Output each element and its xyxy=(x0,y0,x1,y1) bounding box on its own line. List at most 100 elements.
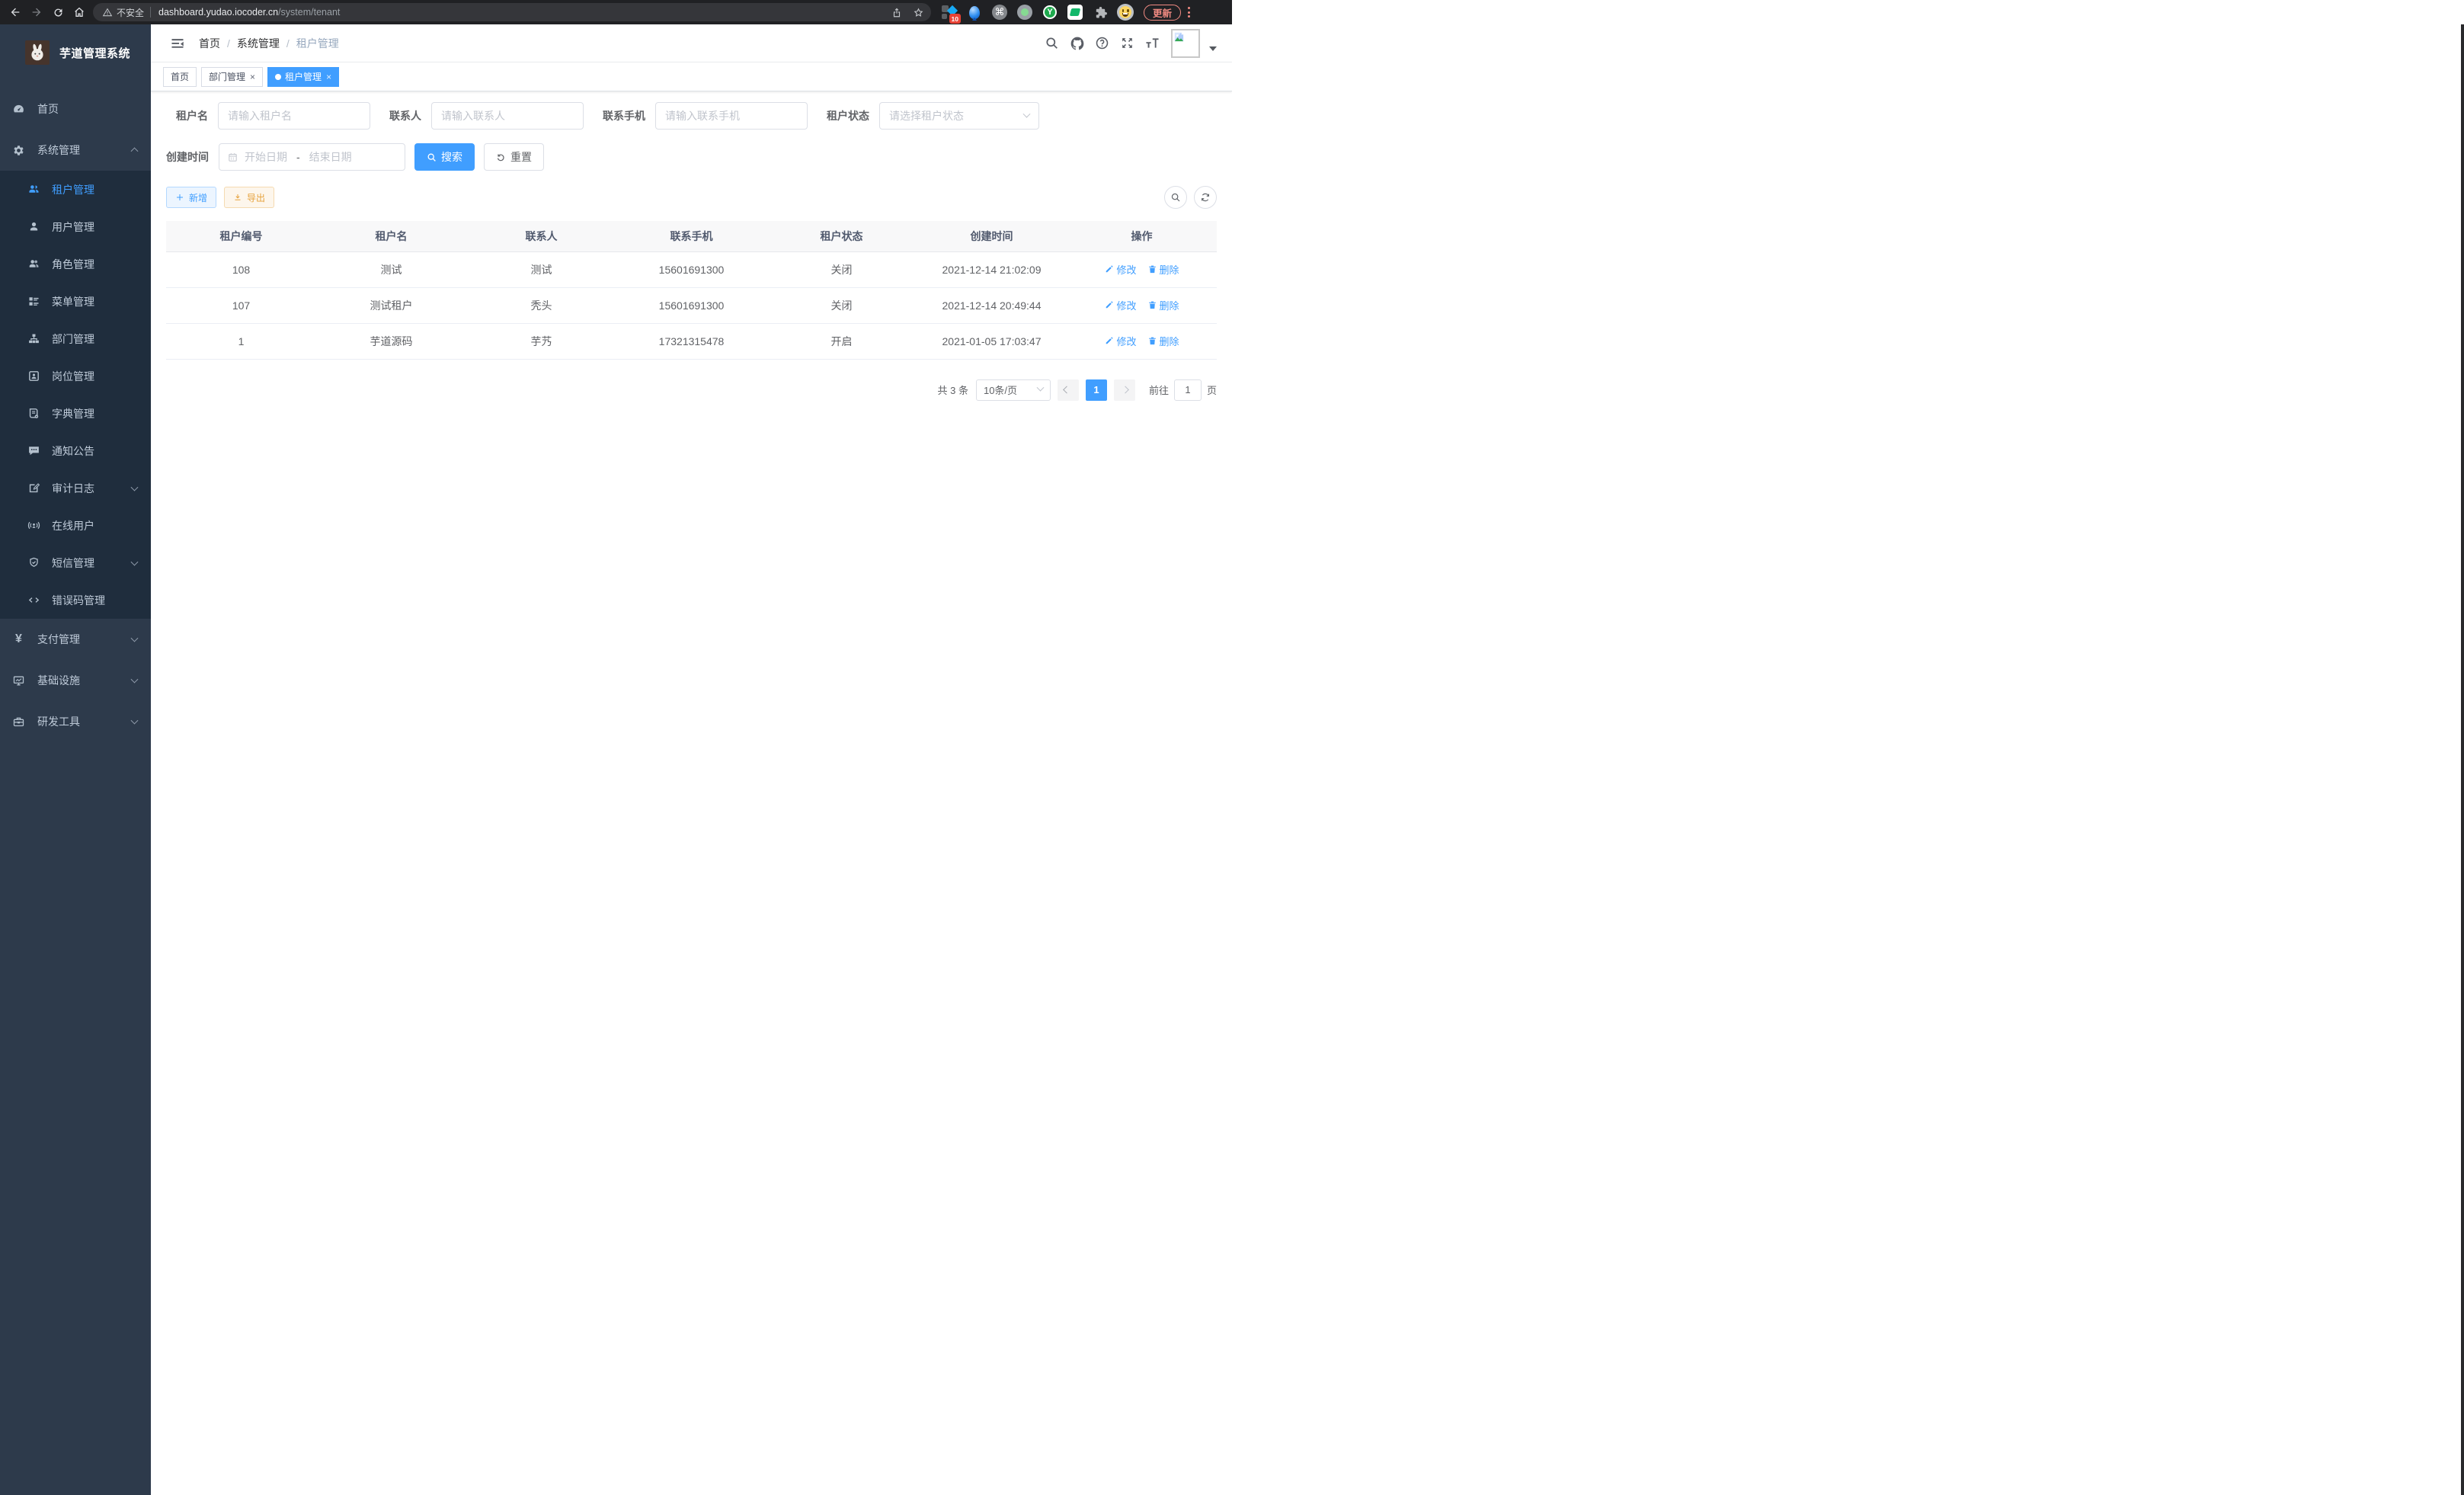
url-text: dashboard.yudao.iocoder.cn/system/tenant xyxy=(158,7,340,18)
breadcrumb-item[interactable]: 首页 xyxy=(199,36,220,51)
export-button[interactable]: 导出 xyxy=(224,187,274,208)
search-button[interactable]: 搜索 xyxy=(414,143,475,171)
sidebar-item-post-management[interactable]: 岗位管理 xyxy=(0,357,151,395)
sidebar-item-dict-management[interactable]: 字典管理 xyxy=(0,395,151,432)
sidebar-item-audit-log[interactable]: 审计日志 xyxy=(0,469,151,507)
add-button[interactable]: 新增 xyxy=(166,187,216,208)
sidebar-item-system-management[interactable]: 系统管理 xyxy=(0,130,151,171)
sidebar-item-menu-management[interactable]: 菜单管理 xyxy=(0,283,151,320)
download-icon xyxy=(233,193,242,202)
reset-button[interactable]: 重置 xyxy=(484,143,544,171)
toggle-search-button[interactable] xyxy=(1164,186,1187,209)
app-logo[interactable]: 芋道管理系统 xyxy=(0,24,151,81)
page-size-select[interactable]: 10条/页 xyxy=(976,379,1051,401)
chrome-menu-icon[interactable] xyxy=(1188,7,1190,18)
sidebar-item-home[interactable]: 首页 xyxy=(0,88,151,130)
mobile-input[interactable] xyxy=(665,103,798,129)
sidebar-item-payment-management[interactable]: ¥支付管理 xyxy=(0,619,151,660)
tab-home[interactable]: 首页 xyxy=(163,67,197,87)
avatar[interactable] xyxy=(1171,29,1200,58)
contact-label: 联系人 xyxy=(389,108,431,123)
current-page[interactable]: 1 xyxy=(1086,379,1107,401)
table-row: 107测试租户秃头15601691300关闭2021-12-14 20:49:4… xyxy=(166,287,1217,323)
delete-link[interactable]: 删除 xyxy=(1147,262,1179,277)
search-icon[interactable] xyxy=(1039,24,1064,62)
extension-y-icon[interactable]: Y xyxy=(1041,3,1059,21)
trash-icon xyxy=(1147,264,1157,274)
code-icon xyxy=(27,594,40,607)
chrome-update-button[interactable]: 更新 xyxy=(1144,5,1181,21)
close-icon[interactable]: × xyxy=(326,72,331,82)
sidebar-item-tenant-management[interactable]: 租户管理 xyxy=(0,171,151,208)
browser-forward-icon[interactable] xyxy=(26,2,47,22)
pagination-total: 共 3 条 xyxy=(938,383,968,397)
close-icon[interactable]: × xyxy=(250,72,255,82)
browser-reload-icon[interactable] xyxy=(47,2,69,22)
contact-input[interactable] xyxy=(441,103,574,129)
column-header: 租户编号 xyxy=(166,221,316,251)
sidebar-item-notice-announcement[interactable]: 通知公告 xyxy=(0,432,151,469)
refresh-button[interactable] xyxy=(1194,186,1217,209)
tab-dept-management[interactable]: 部门管理× xyxy=(201,67,263,87)
extension-chat-icon[interactable] xyxy=(1066,3,1084,21)
active-dot xyxy=(275,74,281,80)
tab-tenant-management[interactable]: 租户管理× xyxy=(267,67,339,87)
extension-balloon-icon[interactable] xyxy=(965,3,984,21)
github-icon[interactable] xyxy=(1064,24,1090,62)
monitor-icon xyxy=(12,674,25,687)
yen-icon: ¥ xyxy=(12,633,25,646)
table-row: 1芋道源码芋艿17321315478开启2021-01-05 17:03:47修… xyxy=(166,323,1217,359)
browser-home-icon[interactable] xyxy=(69,2,90,22)
help-icon[interactable] xyxy=(1090,24,1115,62)
next-page-button[interactable] xyxy=(1114,379,1135,401)
chevron-down-icon xyxy=(1023,110,1031,117)
edit-link[interactable]: 修改 xyxy=(1104,334,1136,348)
extension-puzzle-icon[interactable] xyxy=(1091,3,1109,21)
font-size-icon[interactable] xyxy=(1140,24,1165,62)
goto-page-input[interactable] xyxy=(1174,379,1202,401)
security-warning-icon[interactable] xyxy=(102,7,113,18)
edit-icon xyxy=(1104,300,1114,310)
tags-view: 首页部门管理×租户管理× xyxy=(151,62,1232,91)
address-bar[interactable]: 不安全 dashboard.yudao.iocoder.cn/system/te… xyxy=(93,3,931,21)
breadcrumb-item: 租户管理 xyxy=(296,36,339,51)
sidebar-item-dept-management[interactable]: 部门管理 xyxy=(0,320,151,357)
sidebar-item-role-management[interactable]: 角色管理 xyxy=(0,245,151,283)
chevron-up-icon xyxy=(131,147,139,155)
prev-page-button[interactable] xyxy=(1058,379,1079,401)
edit-link[interactable]: 修改 xyxy=(1104,262,1136,277)
sidebar-toggle-icon[interactable] xyxy=(169,35,186,52)
extension-tampermonkey-icon[interactable]: 10 xyxy=(940,3,958,21)
extension-recorder-icon[interactable] xyxy=(1016,3,1034,21)
status-select[interactable]: 请选择租户状态 xyxy=(879,102,1039,130)
sidebar-item-infrastructure[interactable]: 基础设施 xyxy=(0,660,151,701)
sidebar-item-user-management[interactable]: 用户管理 xyxy=(0,208,151,245)
fullscreen-icon[interactable] xyxy=(1115,24,1140,62)
share-icon[interactable] xyxy=(887,4,907,21)
app-title: 芋道管理系统 xyxy=(59,45,130,61)
edit-link[interactable]: 修改 xyxy=(1104,298,1136,312)
delete-link[interactable]: 删除 xyxy=(1147,334,1179,348)
page-content: 租户名 联系人 联系手机 租户状态 请选择租户状态 xyxy=(151,91,1232,1495)
tenant-name-input[interactable] xyxy=(228,103,360,129)
date-range-picker[interactable]: 开始日期 - 结束日期 xyxy=(219,143,405,171)
sidebar-item-sms-management[interactable]: 短信管理 xyxy=(0,544,151,581)
sidebar-item-dev-tools[interactable]: 研发工具 xyxy=(0,701,151,742)
delete-link[interactable]: 删除 xyxy=(1147,298,1179,312)
extension-emoji-icon[interactable] xyxy=(1116,3,1134,21)
bookmark-star-icon[interactable] xyxy=(908,4,928,21)
badge-icon xyxy=(27,370,40,383)
extension-command-icon[interactable]: ⌘ xyxy=(990,3,1009,21)
sidebar-item-error-code-management[interactable]: 错误码管理 xyxy=(0,581,151,619)
shield-icon xyxy=(27,556,40,569)
breadcrumb-item[interactable]: 系统管理 xyxy=(237,36,280,51)
edit-icon xyxy=(1104,264,1114,274)
chevron-down-icon xyxy=(131,717,139,725)
browser-back-icon[interactable] xyxy=(5,2,26,22)
chevron-down-icon xyxy=(131,676,139,683)
sidebar-item-online-users[interactable]: 在线用户 xyxy=(0,507,151,544)
tenant-table: 租户编号租户名联系人联系手机租户状态创建时间操作 108测试测试15601691… xyxy=(166,221,1217,360)
chevron-down-icon[interactable] xyxy=(1209,46,1217,51)
create-time-label: 创建时间 xyxy=(166,149,219,165)
search-form-row-1: 租户名 联系人 联系手机 租户状态 请选择租户状态 xyxy=(166,102,1217,130)
